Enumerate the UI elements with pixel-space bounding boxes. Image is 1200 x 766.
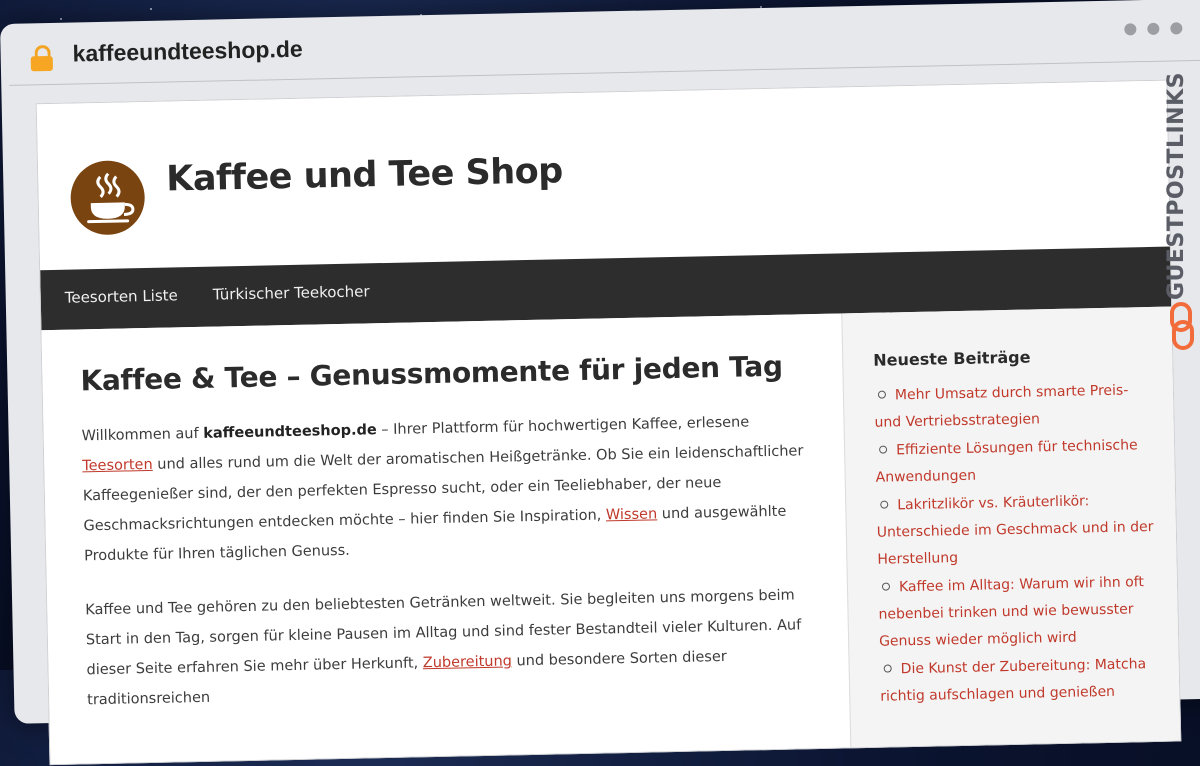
text: Willkommen auf [81, 425, 204, 445]
url-text[interactable]: kaffeeundteeshop.de [72, 36, 303, 68]
text: – Ihrer Plattform für hochwertigen Kaffe… [376, 414, 750, 439]
bullet-icon [877, 390, 887, 399]
coffee-cup-logo-icon[interactable] [69, 160, 146, 236]
post-link[interactable]: Mehr Umsatz durch smarte Preis- und Vert… [874, 382, 1128, 430]
dot-icon[interactable] [1170, 22, 1183, 35]
post-link[interactable]: Effiziente Lösungen für technische Anwen… [876, 437, 1138, 485]
recent-posts-list: Mehr Umsatz durch smarte Preis- und Vert… [874, 377, 1159, 712]
bullet-icon [879, 445, 888, 454]
guestpostlinks-badge-text: GUESTPOSTLINKS [1164, 72, 1189, 300]
post-link[interactable]: Kaffee im Alltag: Warum wir ihn oft nebe… [878, 574, 1144, 650]
list-item: Die Kunst der Zubereitung: Matcha richti… [879, 651, 1158, 711]
star [150, 8, 152, 10]
page-title: Kaffee & Tee – Genussmomente für jeden T… [80, 349, 784, 398]
second-paragraph: Kaffee und Tee gehören zu den beliebtest… [85, 580, 809, 715]
main-content: Kaffee & Tee – Genussmomente für jeden T… [41, 313, 851, 766]
site-title[interactable]: Kaffee und Tee Shop [166, 151, 563, 199]
list-item: Effiziente Lösungen für technische Anwen… [875, 432, 1154, 492]
list-item: Lakritzlikör vs. Kräuterlikör: Unterschi… [876, 487, 1156, 574]
teesorten-link[interactable]: Teesorten [82, 457, 153, 474]
site-header: Kaffee und Tee Shop [36, 80, 1170, 271]
intro-paragraph: Willkommen auf kaffeeundteeshop.de – Ihr… [81, 406, 806, 571]
bullet-icon [880, 500, 889, 509]
nav-item-tuerkischer-teekocher[interactable]: Türkischer Teekocher [213, 282, 370, 303]
nav-item-teesorten-liste[interactable]: Teesorten Liste [65, 286, 178, 306]
star [60, 18, 62, 20]
wissen-link[interactable]: Wissen [606, 506, 658, 523]
sidebar: Neueste Beiträge Mehr Umsatz durch smart… [841, 306, 1182, 766]
bullet-icon [881, 582, 891, 591]
post-link[interactable]: Die Kunst der Zubereitung: Matcha richti… [880, 656, 1146, 705]
recent-posts-title: Neueste Beiträge [873, 347, 1031, 370]
list-item: Kaffee im Alltag: Warum wir ihn oft nebe… [878, 569, 1158, 656]
dot-icon[interactable] [1147, 22, 1160, 35]
list-item: Mehr Umsatz durch smarte Preis- und Vert… [874, 377, 1153, 437]
dot-icon[interactable] [1124, 23, 1137, 36]
web-viewport: Kaffee und Tee Shop Teesorten Liste Türk… [35, 79, 1182, 766]
browser-window: kaffeeundteeshop.de Kaffee und Tee Shop … [0, 0, 1200, 766]
zubereitung-link[interactable]: Zubereitung [423, 653, 512, 671]
post-link[interactable]: Lakritzlikör vs. Kräuterlikör: Unterschi… [877, 493, 1154, 567]
lock-icon [30, 44, 53, 72]
domain-bold-text: kaffeeundteeshop.de [203, 422, 377, 442]
bullet-icon [883, 664, 892, 673]
chain-link-icon [1168, 302, 1196, 352]
address-bar[interactable]: kaffeeundteeshop.de [0, 0, 1200, 84]
window-controls [1113, 19, 1183, 39]
